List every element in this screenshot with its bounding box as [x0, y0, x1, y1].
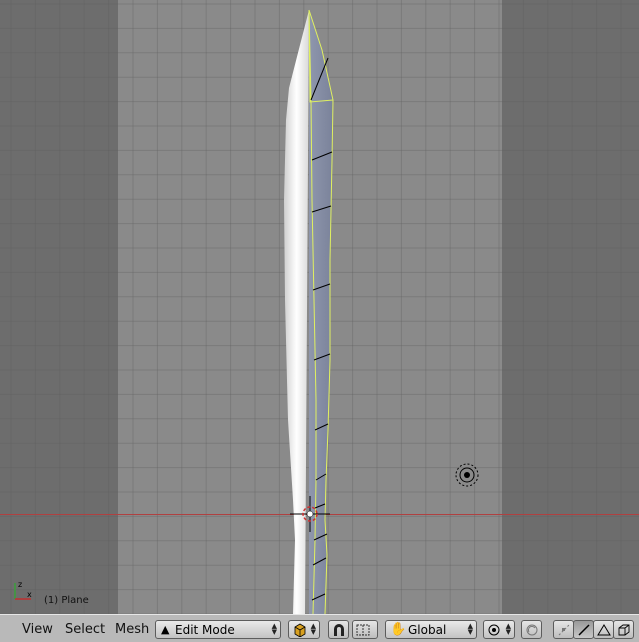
viewport-header: View Select Mesh ▲ Edit Mode ▲ ▼ ▲ ▼ ✋ Glo… [0, 614, 639, 642]
3d-viewport[interactable]: z x (1) Plane [0, 0, 639, 614]
hand-icon: ✋ [390, 622, 407, 637]
magnet-snap-button[interactable] [328, 620, 349, 639]
snap-element-select[interactable] [352, 620, 378, 639]
edit-mode-icon: ▲ [161, 623, 170, 636]
chevron-updown-icon: ▲ ▼ [310, 622, 316, 636]
object-name-label: (1) Plane [44, 595, 89, 606]
chevron-updown-icon: ▲ ▼ [271, 622, 277, 636]
draw-type-select[interactable]: ▲ ▼ [288, 620, 320, 639]
menu-mesh[interactable]: Mesh [115, 622, 149, 637]
snap-grid-icon [356, 624, 370, 636]
edge-select-icon [578, 624, 590, 636]
edge-select-button[interactable] [573, 620, 594, 639]
mode-select[interactable]: ▲ Edit Mode ▲ ▼ [155, 620, 281, 639]
orientation-select[interactable]: ✋ Global ▲ ▼ [385, 620, 477, 639]
pivot-icon [488, 624, 500, 636]
face-select-icon [597, 624, 611, 636]
vertex-select-icon [558, 624, 570, 636]
proportional-edit-button[interactable] [521, 620, 542, 639]
axis-x-label: x [27, 590, 32, 599]
face-select-button[interactable] [593, 620, 614, 639]
menu-select[interactable]: Select [65, 622, 105, 637]
cube-icon [618, 624, 630, 636]
solid-cube-icon [294, 623, 306, 637]
vertex-select-button[interactable] [553, 620, 574, 639]
mode-select-value: Edit Mode [175, 623, 235, 637]
proportional-edit-icon [526, 624, 538, 636]
menu-view[interactable]: View [22, 622, 53, 637]
chevron-updown-icon: ▲ ▼ [467, 622, 473, 636]
chevron-updown-icon: ▲ ▼ [505, 622, 511, 636]
viewport-canvas[interactable]: z x [0, 0, 639, 614]
pivot-select[interactable]: ▲ ▼ [483, 620, 515, 639]
orientation-select-value: Global [408, 623, 447, 637]
axis-z-label: z [18, 580, 22, 589]
magnet-icon [334, 624, 344, 636]
occlude-geometry-button[interactable] [613, 620, 634, 639]
